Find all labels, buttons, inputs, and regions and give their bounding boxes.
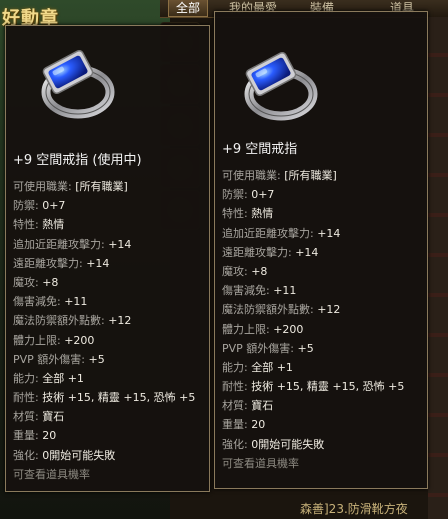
stat-line: 體力上限: +200 xyxy=(13,333,95,347)
stat-line: 魔法防禦額外點數: +12 xyxy=(13,314,132,328)
item-tooltip-compare: +9 空間戒指 可使用職業: [所有職業] 防禦: 0+7 特性: 熱情 追加近… xyxy=(214,11,428,489)
stat-line: 特性: 熱情 xyxy=(13,218,65,232)
stat-line: 遠距離攻擊力: +14 xyxy=(13,256,110,270)
stat-line: 特性: 熱情 xyxy=(222,207,274,221)
stat-line: 能力: 全部 +1 xyxy=(13,371,84,385)
stat-line: 傷害減免: +11 xyxy=(222,284,297,298)
stat-line: 耐性: 技術 +15, 精靈 +15, 恐怖 +5 xyxy=(13,391,196,405)
stat-line: 可使用職業: [所有職業] xyxy=(222,169,337,182)
stat-line: 能力: 全部 +1 xyxy=(222,360,293,374)
stat-line: 重量: 20 xyxy=(222,418,266,432)
stat-line: 防禦: 0+7 xyxy=(13,199,66,213)
stat-line: 強化: 0開始可能失敗 xyxy=(222,437,325,451)
stat-line: 耐性: 技術 +15, 精靈 +15, 恐怖 +5 xyxy=(222,380,405,394)
stat-line: PVP 額外傷害: +5 xyxy=(13,352,105,366)
stat-line: 重量: 20 xyxy=(13,429,57,443)
stat-line: 可使用職業: [所有職業] xyxy=(13,180,128,193)
stat-line: 防禦: 0+7 xyxy=(222,188,275,202)
stat-line: 傷害減免: +11 xyxy=(13,295,88,309)
stat-line: 追加近距離攻擊力: +14 xyxy=(222,226,341,240)
tab-all[interactable]: 全部 xyxy=(168,0,208,17)
inventory-side-slots xyxy=(428,17,448,519)
stat-line: 魔法防禦額外點數: +12 xyxy=(222,303,341,317)
stat-line: PVP 額外傷害: +5 xyxy=(222,341,314,355)
item-name: +9 空間戒指 (使用中) xyxy=(13,153,142,168)
stat-line: 魔攻: +8 xyxy=(13,275,59,289)
stat-line: 魔攻: +8 xyxy=(222,264,268,278)
stat-line: 材質: 寶石 xyxy=(13,410,65,424)
item-probability-hint: 可查看道具機率 xyxy=(13,467,90,481)
item-name: +9 空間戒指 xyxy=(222,142,298,157)
stat-line: 遠距離攻擊力: +14 xyxy=(222,245,319,259)
blue-gem-ring-icon xyxy=(244,51,318,121)
item-probability-hint: 可查看道具機率 xyxy=(222,456,299,470)
blue-gem-ring-icon xyxy=(41,49,115,119)
stat-line: 追加近距離攻擊力: +14 xyxy=(13,237,132,251)
stat-line: 強化: 0開始可能失敗 xyxy=(13,448,116,462)
chat-line-fragment: 森善]23.防滑靴方夜 xyxy=(300,502,408,516)
stat-line: 材質: 寶石 xyxy=(222,399,274,413)
stat-line: 體力上限: +200 xyxy=(222,322,304,336)
item-tooltip-equipped: +9 空間戒指 (使用中) 可使用職業: [所有職業] 防禦: 0+7 特性: … xyxy=(5,25,210,492)
